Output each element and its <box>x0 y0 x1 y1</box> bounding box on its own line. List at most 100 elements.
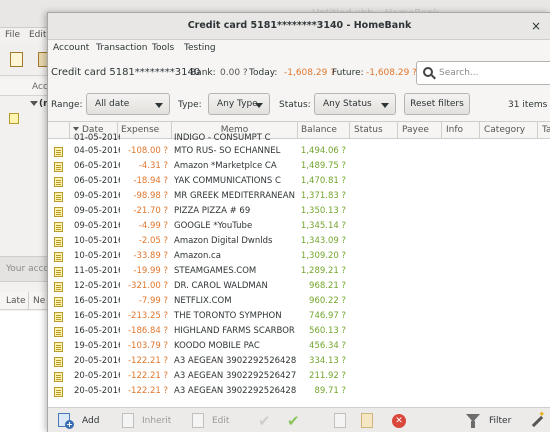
mark-reconciled-icon[interactable]: ✔ <box>287 412 300 430</box>
your-accounts-panel-title: Your accounts <box>0 256 69 282</box>
expand-icon[interactable] <box>30 101 38 106</box>
cell-date: 01-05-2016 <box>74 133 120 143</box>
cell-date: 19-05-2016 <box>74 341 120 351</box>
search-input[interactable]: Search... <box>416 61 550 85</box>
transactions-table: Date Expense Memo Balance Status Payee I… <box>48 121 550 407</box>
inherit-icon <box>122 413 134 428</box>
cell-expense: -2.05 ? <box>138 236 168 246</box>
table-row[interactable]: 09-05-2016 -98.98 ? MR GREEK MEDITERRANEAN… <box>48 190 550 205</box>
bg-menu-file[interactable]: File <box>5 30 20 40</box>
filter-button-label[interactable]: Filter <box>489 416 511 426</box>
table-row[interactable]: 19-05-2016 -103.79 ? KOODO MOBILE PAC 456.3… <box>48 340 550 355</box>
table-row[interactable]: 12-05-2016 -321.00 ? DR. CAROL WALDMAN 968.… <box>48 280 550 295</box>
auto-assign-icon[interactable]: ✦ <box>529 410 546 429</box>
table-row[interactable]: 16-05-2016 -7.99 ? NETFLIX.COM 960.22 ? <box>48 295 550 310</box>
cell-expense: -321.00 ? <box>127 281 168 291</box>
cell-expense: -33.89 ? <box>133 251 168 261</box>
column-header-status[interactable]: Status <box>350 122 398 139</box>
type-dropdown[interactable]: Any Type <box>208 93 270 115</box>
table-row[interactable]: 06-05-2016 -4.31 ? Amazon *Marketplce CA 1,… <box>48 160 550 175</box>
chevron-down-icon <box>255 103 263 108</box>
cell-memo: KOODO MOBILE PAC <box>174 341 260 351</box>
background-menubar: File Edit <box>0 28 48 43</box>
column-header-balance[interactable]: Balance <box>298 122 350 139</box>
cell-date: 06-05-2016 <box>74 176 120 186</box>
cell-expense: -21.70 ? <box>133 206 168 216</box>
assign-icon[interactable] <box>361 413 373 428</box>
table-row[interactable]: 09-05-2016 -21.70 ? PIZZA PIZZA # 69 1,350.… <box>48 205 550 220</box>
add-button[interactable]: + Add <box>48 408 108 432</box>
edit-button[interactable]: Edit <box>184 408 238 432</box>
tab-next[interactable]: Ne <box>33 296 45 306</box>
range-dropdown[interactable]: All date <box>86 93 170 115</box>
column-header-tags[interactable]: Ta <box>538 122 550 139</box>
cell-expense: -122.21 ? <box>127 356 168 366</box>
menu-testing[interactable]: Testing <box>184 43 216 53</box>
search-icon-handle <box>431 74 436 80</box>
table-row[interactable]: 04-05-2016 -108.00 ? MTO RUS- SO ECHANNEL 1… <box>48 145 550 160</box>
table-row[interactable]: 20-05-2016 -122.21 ? A3 AEGEAN 39022925264… <box>48 355 550 370</box>
account-group-row[interactable]: (r <box>0 97 48 112</box>
table-row[interactable]: 20-05-2016 -122.21 ? A3 AEGEAN 39022925264… <box>48 370 550 385</box>
tab-late[interactable]: Late <box>6 296 26 306</box>
column-header-category[interactable]: Category <box>480 122 538 139</box>
cell-memo: YAK COMMUNICATIONS C <box>174 176 281 186</box>
table-row[interactable]: 10-05-2016 -33.89 ? Amazon.ca 1,309.20 ? <box>48 250 550 265</box>
cell-date: 16-05-2016 <box>74 326 120 336</box>
menu-tools[interactable]: Tools <box>152 43 174 53</box>
cell-date: 10-05-2016 <box>74 251 120 261</box>
inherit-label: Inherit <box>142 416 172 426</box>
note-icon <box>54 192 63 202</box>
cell-memo: INDIGO - CONSUMPT C <box>174 133 271 143</box>
cell-expense: -186.84 ? <box>127 326 168 336</box>
status-label: Status: <box>279 100 311 110</box>
cell-memo: MTO RUS- SO ECHANNEL <box>174 146 281 156</box>
multi-edit-icon[interactable] <box>334 413 346 428</box>
today-balance: -1,608.29 ? <box>284 68 335 78</box>
table-row[interactable]: 20-05-2016 -122.21 ? A3 AEGEAN 39022925264… <box>48 385 550 400</box>
table-row[interactable]: 16-05-2016 -213.25 ? THE TORONTO SYMPHON 74… <box>48 310 550 325</box>
bg-menu-edit[interactable]: Edit <box>29 30 46 40</box>
new-file-icon[interactable] <box>10 52 23 67</box>
cell-balance: 211.92 ? <box>309 371 346 381</box>
cell-memo: A3 AEGEAN 39022925264289 <box>174 356 296 366</box>
range-label: Range: <box>51 100 83 110</box>
add-transaction-icon: + <box>58 413 74 429</box>
table-row[interactable]: 11-05-2016 -19.99 ? STEAMGAMES.COM 1,289.21… <box>48 265 550 280</box>
column-header-info[interactable]: Info <box>442 122 480 139</box>
cell-balance: 1,309.20 ? <box>300 251 346 261</box>
cell-balance: 960.22 ? <box>309 296 346 306</box>
mark-cleared-icon[interactable]: ✔ <box>258 412 271 430</box>
cell-balance: 1,345.14 ? <box>300 221 346 231</box>
status-dropdown[interactable]: Any Status <box>314 93 396 115</box>
cell-date: 10-05-2016 <box>74 236 120 246</box>
table-row[interactable]: 16-05-2016 -186.84 ? HIGHLAND FARMS SCARBO… <box>48 325 550 340</box>
accounts-column-label: Acc <box>32 82 48 92</box>
delete-icon[interactable]: ✕ <box>392 414 406 428</box>
cell-expense: -213.25 ? <box>127 311 168 321</box>
inherit-button[interactable]: Inherit <box>114 408 180 432</box>
close-icon[interactable]: × <box>528 18 544 34</box>
menu-transaction[interactable]: Transaction <box>96 43 148 53</box>
table-row[interactable]: 09-05-2016 -4.99 ? GOOGLE *YouTube 1,345.14… <box>48 220 550 235</box>
column-header-icon[interactable] <box>48 122 70 139</box>
cell-expense: -122.21 ? <box>127 386 168 396</box>
bank-label: Bank: <box>190 68 216 78</box>
bottom-toolbar: + Add Inherit Edit ✔ ✔ ✕ Filter ✦ <box>48 407 550 432</box>
cell-expense: -4.31 ? <box>138 161 168 171</box>
column-header-payee[interactable]: Payee <box>398 122 442 139</box>
title-bar[interactable]: Credit card 5181********3140 - HomeBank … <box>48 13 550 40</box>
menu-account[interactable]: Account <box>53 43 89 53</box>
register-window: Credit card 5181********3140 - HomeBank … <box>47 12 550 432</box>
table-body: 01-05-2016 INDIGO - CONSUMPT C 04-05-201… <box>48 133 550 400</box>
column-header-expense[interactable]: Expense <box>118 122 172 139</box>
cell-date: 06-05-2016 <box>74 161 120 171</box>
table-row[interactable]: 06-05-2016 -18.94 ? YAK COMMUNICATIONS C 1,… <box>48 175 550 190</box>
reset-filters-button[interactable]: Reset filters <box>404 93 470 115</box>
note-icon <box>54 222 63 232</box>
cell-balance: 560.13 ? <box>309 326 346 336</box>
cell-expense: -4.99 ? <box>138 221 168 231</box>
bank-balance: 0.00 ? <box>220 68 248 78</box>
table-row[interactable]: 10-05-2016 -2.05 ? Amazon Digital Dwnlds 1,… <box>48 235 550 250</box>
cell-balance: 1,371.83 ? <box>300 191 346 201</box>
